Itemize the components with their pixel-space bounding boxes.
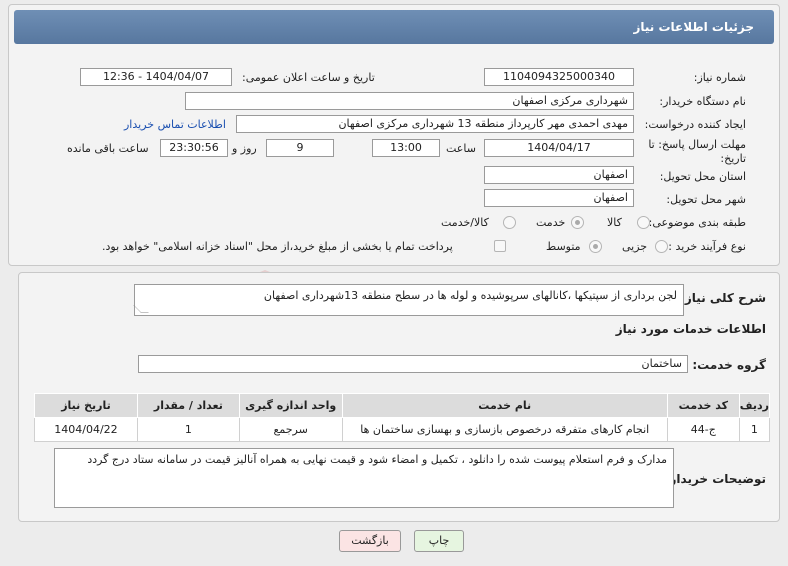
page-title: جزئیات اطلاعات نیاز: [633, 20, 754, 34]
buyer-contact-link[interactable]: اطلاعات تماس خریدار: [124, 118, 226, 131]
services-table: ردیف کد خدمت نام خدمت واحد اندازه گیری ت…: [34, 393, 771, 442]
time-remaining-field: 23:30:56: [160, 139, 228, 157]
buyer-notes-textarea[interactable]: مدارک و فرم استعلام پیوست شده را دانلود …: [54, 448, 674, 508]
days-remaining-field: 9: [266, 139, 334, 157]
city-field: اصفهان: [484, 189, 634, 207]
process-minor-radio[interactable]: [655, 240, 668, 253]
buyer-notes-label: توضیحات خریدار:: [664, 472, 766, 486]
cell-row-number: 1: [738, 417, 771, 442]
service-group-field: ساختمان: [138, 355, 688, 373]
province-field: اصفهان: [484, 166, 634, 184]
deadline-label: مهلت ارسال پاسخ: تا: [648, 138, 746, 151]
description-textarea[interactable]: لجن برداری از سپتیکها ،کانالهای سرپوشیده…: [133, 284, 684, 316]
need-number-label: شماره نیاز:: [693, 71, 746, 84]
back-button[interactable]: بازگشت: [339, 530, 401, 552]
column-header-row: ردیف: [738, 393, 771, 418]
cell-need-date: 1404/04/22: [34, 417, 138, 442]
creator-label: ایجاد کننده درخواست:: [644, 118, 746, 131]
creator-field: مهدی احمدی مهر کارپرداز منطقه 13 شهرداری…: [236, 115, 634, 133]
cell-service-code: ج-44: [666, 417, 740, 442]
services-section-title: اطلاعات خدمات مورد نیاز: [615, 322, 766, 336]
buyer-notes-text: مدارک و فرم استعلام پیوست شده را دانلود …: [87, 453, 667, 466]
category-service-radio[interactable]: [571, 216, 584, 229]
time-remaining-label: ساعت باقی مانده: [67, 142, 149, 155]
category-label: طبقه بندی موضوعی:: [648, 216, 746, 229]
deadline-label-date: تاریخ:: [720, 152, 746, 165]
process-medium-label: متوسط: [546, 240, 581, 253]
treasury-payment-checkbox[interactable]: [494, 240, 506, 252]
description-label: شرح کلی نیاز:: [680, 291, 766, 305]
table-row: 1 ج-44 انجام کارهای متفرقه درخصوص بازساز…: [34, 417, 771, 442]
category-goods-service-label: کالا/خدمت: [441, 216, 489, 229]
column-header-unit: واحد اندازه گیری: [238, 393, 343, 418]
description-text: لجن برداری از سپتیکها ،کانالهای سرپوشیده…: [263, 289, 677, 302]
cell-quantity: 1: [136, 417, 240, 442]
process-label: نوع فرآیند خرید :: [668, 240, 746, 253]
category-goods-label: کالا: [607, 216, 622, 229]
announce-field: 1404/04/07 - 12:36: [80, 68, 232, 86]
buyer-org-field: شهرداری مرکزی اصفهان: [185, 92, 634, 110]
column-header-date: تاریخ نیاز: [34, 393, 138, 418]
process-minor-label: جزیی: [622, 240, 648, 253]
deadline-date-field: 1404/04/17: [484, 139, 634, 157]
column-header-name: نام خدمت: [341, 393, 668, 418]
cell-service-name: انجام کارهای متفرقه درخصوص بازسازی و بهس…: [341, 417, 668, 442]
province-label: استان محل تحویل:: [659, 170, 746, 183]
city-label: شهر محل تحویل:: [666, 193, 746, 206]
resize-grip-icon[interactable]: [133, 305, 149, 313]
services-table-header: ردیف کد خدمت نام خدمت واحد اندازه گیری ت…: [34, 393, 771, 418]
deadline-time-field: 13:00: [372, 139, 440, 157]
need-number-field: 1104094325000340: [484, 68, 634, 86]
print-button[interactable]: چاپ: [414, 530, 464, 552]
cell-unit: سرجمع: [238, 417, 343, 442]
buyer-org-label: نام دستگاه خریدار:: [659, 95, 746, 108]
days-label: روز و: [232, 142, 257, 155]
deadline-time-label: ساعت: [446, 142, 476, 155]
service-group-label: گروه خدمت:: [692, 358, 766, 372]
category-service-label: خدمت: [536, 216, 566, 229]
treasury-payment-note: پرداخت تمام یا بخشی از مبلغ خرید،از محل …: [102, 240, 453, 253]
panel-header: جزئیات اطلاعات نیاز: [14, 10, 774, 44]
announce-label: تاریخ و ساعت اعلان عمومی:: [242, 71, 375, 84]
column-header-code: کد خدمت: [666, 393, 740, 418]
category-goods-radio[interactable]: [637, 216, 650, 229]
category-goods-service-radio[interactable]: [503, 216, 516, 229]
process-medium-radio[interactable]: [589, 240, 602, 253]
column-header-quantity: تعداد / مقدار: [136, 393, 240, 418]
